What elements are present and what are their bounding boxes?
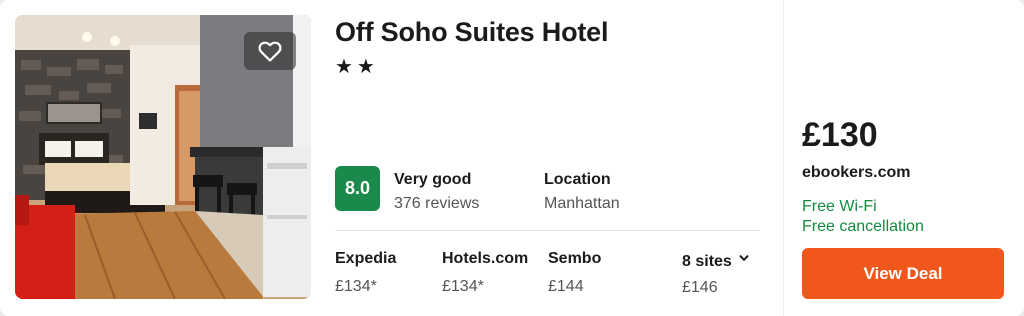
more-sites-label: 8 sites [682, 253, 732, 270]
score-badge: 8.0 [335, 166, 380, 211]
site-name: Hotels.com [442, 250, 529, 267]
location-value: Manhattan [544, 195, 620, 212]
site-price-sembo[interactable]: Sembo £144 [548, 250, 601, 296]
site-price: £134* [335, 278, 377, 295]
feature-free-cancellation: Free cancellation [802, 218, 924, 235]
site-price: £144 [548, 278, 584, 295]
feature-free-wifi: Free Wi-Fi [802, 198, 877, 215]
heart-icon [258, 41, 282, 62]
site-price-expedia[interactable]: Expedia £134* [335, 250, 396, 296]
hotel-name[interactable]: Off Soho Suites Hotel [335, 17, 609, 48]
site-name: Expedia [335, 250, 397, 267]
more-sites-price: £146 [682, 279, 718, 296]
favorite-button[interactable] [244, 32, 296, 70]
best-price: £130 [802, 116, 878, 154]
panel-separator [783, 0, 784, 316]
rating-label: Very good [394, 171, 472, 188]
site-price-hotels-com[interactable]: Hotels.com £134* [442, 250, 528, 296]
chevron-down-icon [739, 255, 749, 261]
hotel-result-card: Off Soho Suites Hotel ★★ 8.0 Very good 3… [0, 0, 1024, 316]
more-sites-dropdown[interactable]: 8 sites £146 [682, 252, 750, 297]
review-count[interactable]: 376 reviews [394, 195, 479, 213]
star-rating: ★★ [335, 56, 379, 78]
best-deal-site: ebookers.com [802, 164, 911, 181]
site-name: Sembo [548, 250, 602, 267]
location-label: Location [544, 171, 611, 188]
divider [335, 230, 760, 231]
view-deal-button[interactable]: View Deal [802, 248, 1004, 299]
site-price: £134* [442, 278, 484, 295]
